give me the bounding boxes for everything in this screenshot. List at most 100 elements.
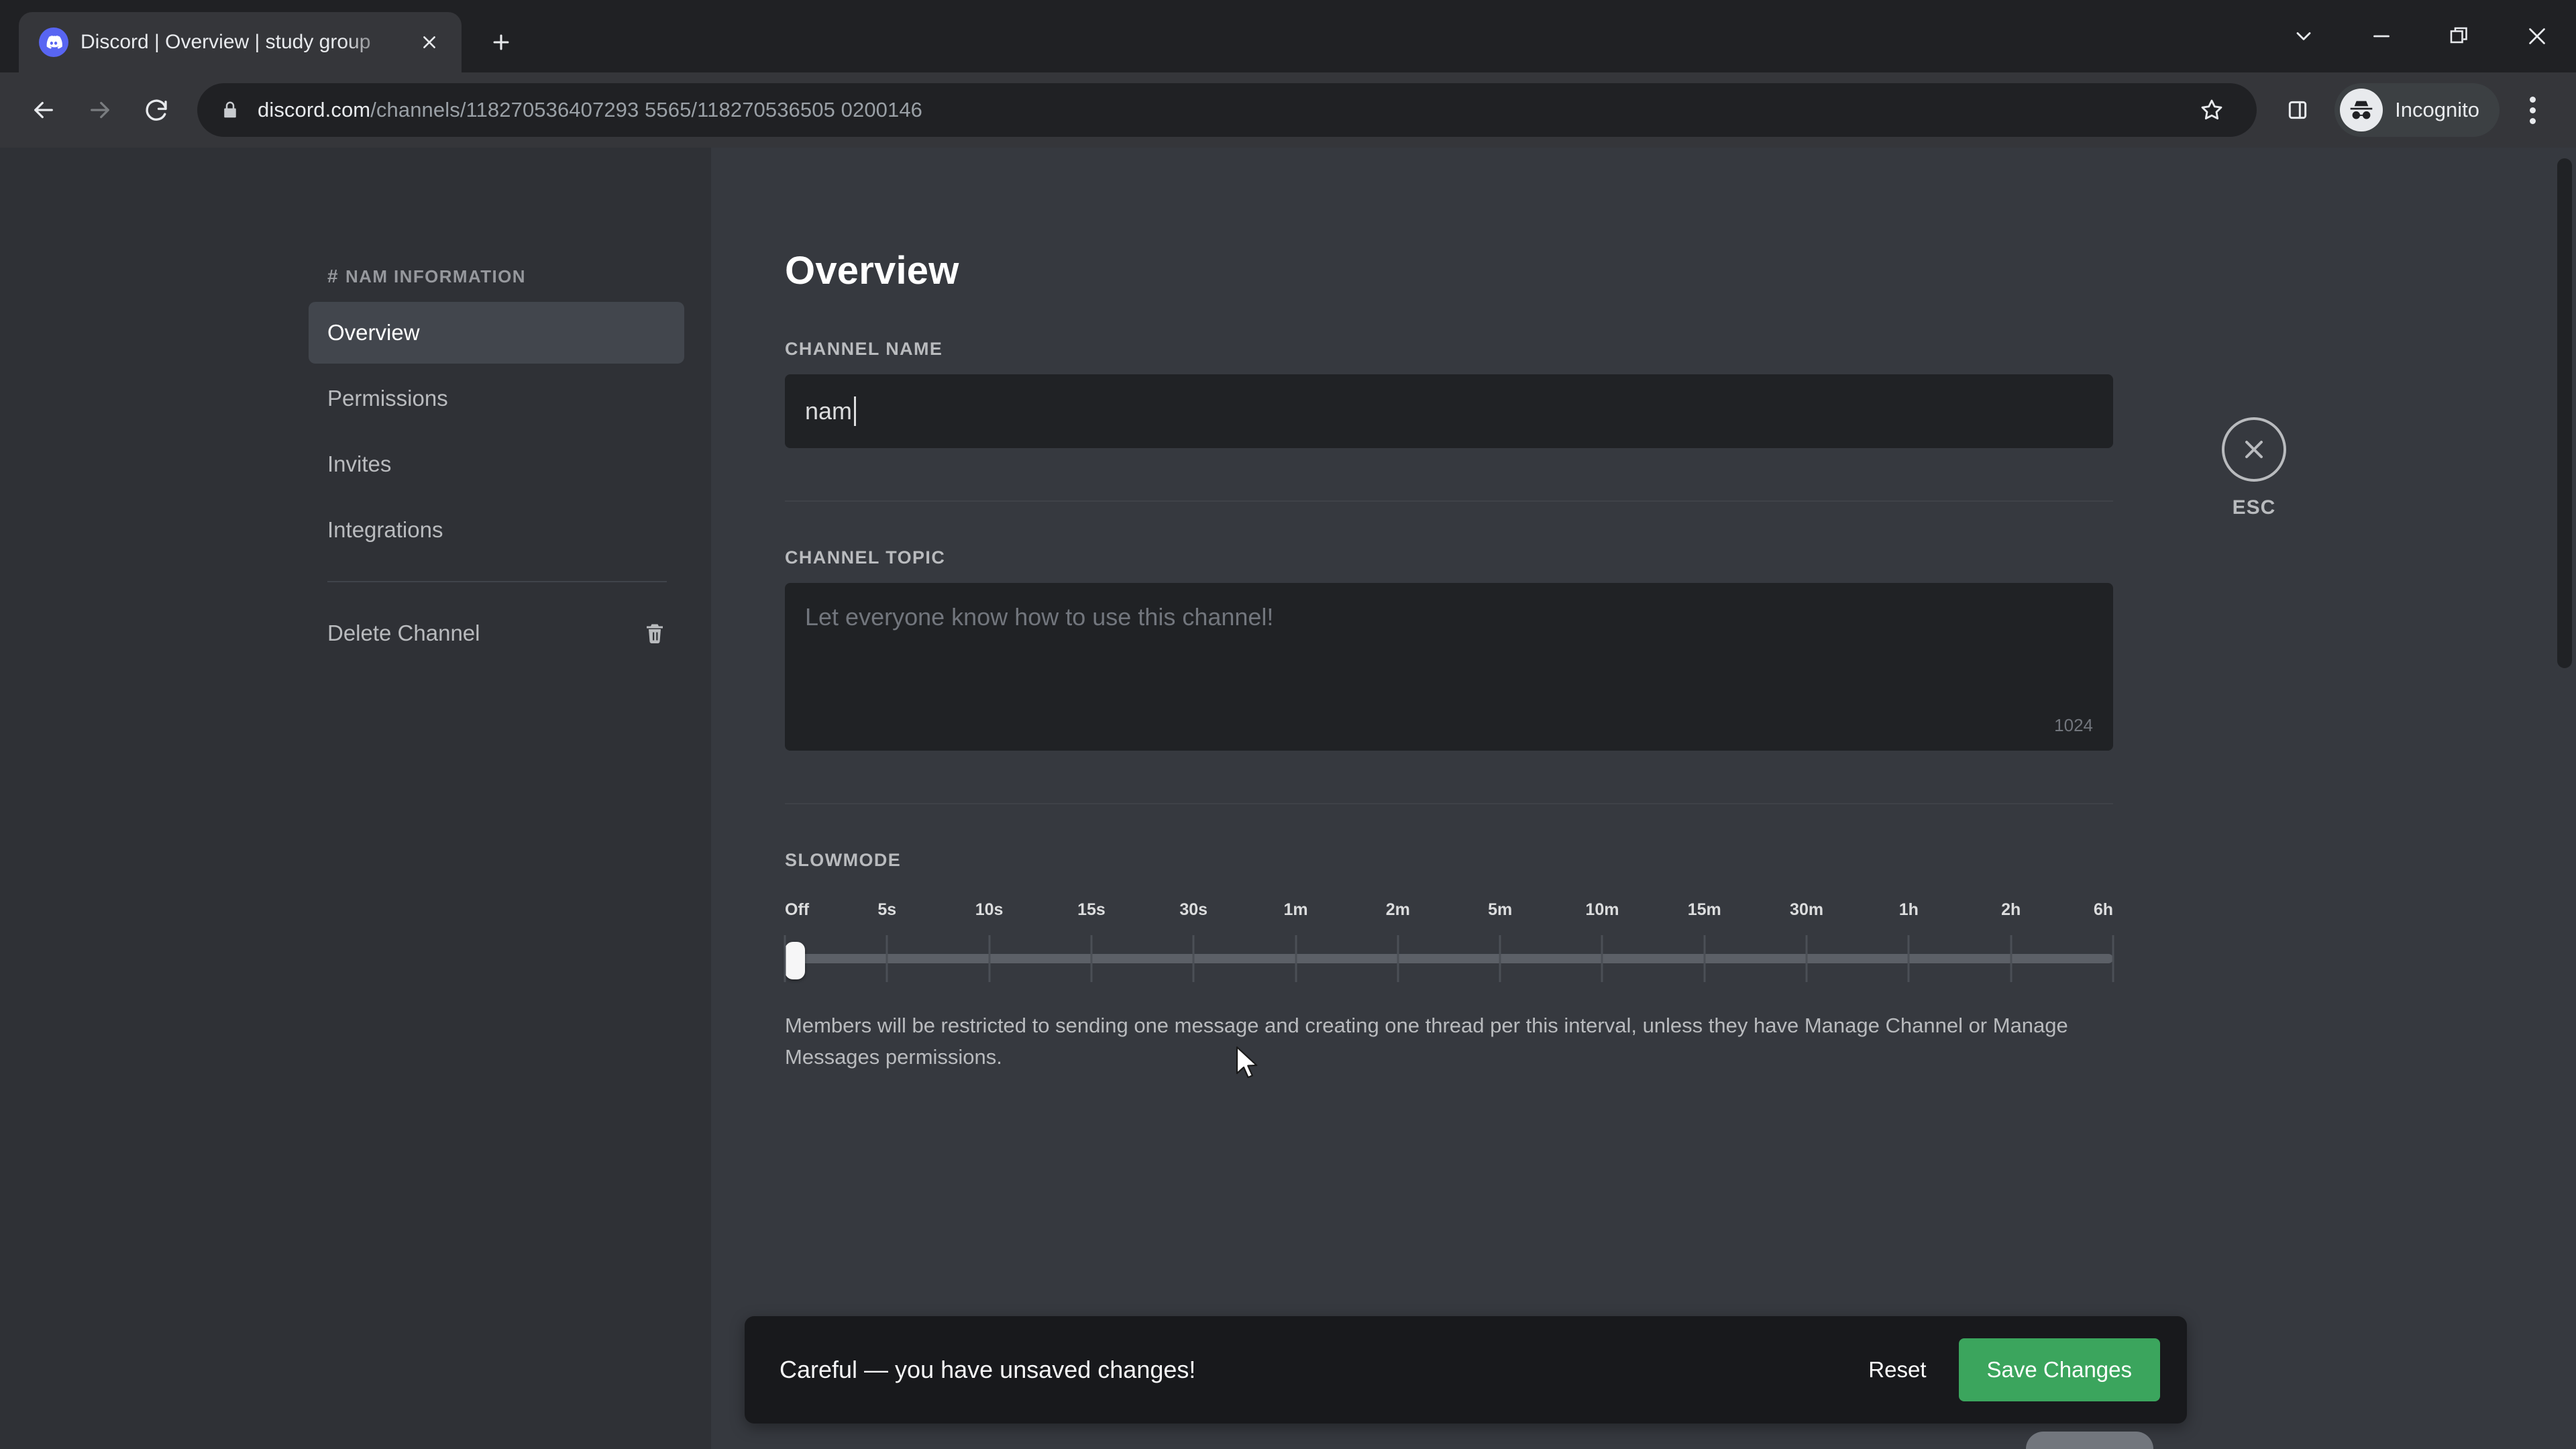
close-tab-icon[interactable] (412, 25, 447, 60)
slowmode-tick-30m[interactable]: 30m (1790, 900, 1823, 920)
slowmode-tick-6h[interactable]: 6h (2094, 900, 2113, 920)
unsaved-message: Careful — you have unsaved changes! (780, 1356, 1196, 1383)
slowmode-track-bar (785, 954, 2113, 963)
channel-settings-modal: # NAM INFORMATION Overview Permissions I… (0, 148, 2576, 1449)
slowmode-tick-2h[interactable]: 2h (2001, 900, 2021, 920)
lock-icon (220, 100, 240, 120)
page-scrollbar[interactable] (2557, 154, 2572, 1442)
slowmode-tick-Off[interactable]: Off (785, 900, 809, 920)
menu-dot (2529, 117, 2536, 124)
bottom-peek-control[interactable] (2026, 1432, 2153, 1449)
reset-button[interactable]: Reset (1868, 1357, 1926, 1383)
browser-tab[interactable]: Discord | Overview | study group (19, 12, 462, 72)
hash-icon: # (327, 266, 339, 286)
unsaved-changes-bar: Careful — you have unsaved changes! Rese… (745, 1316, 2187, 1424)
slowmode-tick-1m[interactable]: 1m (1283, 900, 1307, 920)
sidebar-item-invites[interactable]: Invites (309, 433, 684, 495)
slowmode-tickmark (1907, 935, 1910, 982)
channel-name-section: CHANNEL NAME nam (785, 339, 2113, 448)
star-icon[interactable] (2186, 84, 2238, 136)
slowmode-tickmark (2112, 935, 2114, 982)
slowmode-tickmark (1805, 935, 1808, 982)
channel-topic-textarea[interactable]: Let everyone know how to use this channe… (785, 583, 2113, 751)
slowmode-tick-2m[interactable]: 2m (1386, 900, 1410, 920)
sidebar-header-label: NAM INFORMATION (345, 266, 526, 286)
close-x-icon (2222, 417, 2286, 482)
slowmode-tick-15m[interactable]: 15m (1688, 900, 1721, 920)
mouse-cursor (1236, 1046, 1258, 1079)
settings-left-gutter (0, 148, 288, 1449)
slowmode-tickmark (1703, 935, 1706, 982)
menu-dot (2529, 96, 2536, 103)
sidebar-item-label: Integrations (327, 517, 443, 542)
slowmode-tick-labels: Off 5s 10s 15s 30s 1m 2m 5m 10m 15m 30m 1h 2h 6h (785, 900, 2113, 924)
minimize-window-button[interactable] (2343, 0, 2420, 72)
browser-toolbar: discord.com/channels/118270536407293 556… (0, 72, 2576, 148)
new-tab-button[interactable] (476, 17, 526, 67)
sidebar-header: # NAM INFORMATION (309, 266, 684, 302)
three-dot-menu-icon[interactable] (2506, 84, 2559, 136)
slowmode-tickmark (1601, 935, 1603, 982)
slowmode-section: SLOWMODE Off 5s 10s 15s 30s 1m 2m 5m 10m 15m 30m 1h… (784, 850, 2114, 1073)
section-divider (785, 500, 2113, 502)
slowmode-track[interactable] (784, 935, 2114, 982)
menu-dot (2529, 107, 2536, 113)
slowmode-tick-10s[interactable]: 10s (975, 900, 1004, 920)
slowmode-tickmark (1499, 935, 1501, 982)
browser-window: Discord | Overview | study group discord… (0, 0, 2576, 1449)
slowmode-tickmark (2010, 935, 2012, 982)
slowmode-thumb[interactable] (785, 942, 805, 979)
restore-window-button[interactable] (2420, 0, 2498, 72)
save-changes-button[interactable]: Save Changes (1958, 1338, 2160, 1401)
incognito-profile-badge[interactable]: Incognito (2334, 83, 2500, 137)
channel-name-value: nam (805, 397, 853, 425)
sidebar-item-label: Invites (327, 451, 392, 476)
sidebar-item-permissions[interactable]: Permissions (309, 368, 684, 429)
section-divider (785, 803, 2113, 804)
discord-icon (39, 28, 68, 57)
channel-name-label: CHANNEL NAME (785, 339, 943, 359)
slowmode-helper-text: Members will be restricted to sending on… (785, 1014, 2068, 1069)
settings-content: Overview CHANNEL NAME nam CHANNEL TOPIC (711, 148, 2576, 1449)
slowmode-label: SLOWMODE (785, 850, 902, 870)
channel-name-input[interactable]: nam (785, 374, 2113, 448)
slowmode-tickmark (1397, 935, 1399, 982)
sidebar-item-label: Permissions (327, 386, 448, 411)
slowmode-tickmark (1295, 935, 1297, 982)
url-path: /channels/118270536407293 5565/118270536… (370, 98, 923, 121)
tab-search-chevron-icon[interactable] (2265, 0, 2343, 72)
slowmode-tickmark (1090, 935, 1093, 982)
sidebar-item-integrations[interactable]: Integrations (309, 499, 684, 561)
text-caret (854, 396, 857, 426)
settings-sidebar: # NAM INFORMATION Overview Permissions I… (288, 148, 711, 1449)
window-controls (2265, 0, 2576, 72)
slowmode-tickmark (1192, 935, 1195, 982)
page-viewport: # NAM INFORMATION Overview Permissions I… (0, 148, 2576, 1449)
sidebar-item-overview[interactable]: Overview (309, 302, 684, 364)
slowmode-tick-10m[interactable]: 10m (1585, 900, 1619, 920)
slowmode-tick-5s[interactable]: 5s (877, 900, 896, 920)
slowmode-tick-15s[interactable]: 15s (1077, 900, 1106, 920)
back-arrow-icon[interactable] (17, 84, 70, 136)
channel-topic-section: CHANNEL TOPIC Let everyone know how to u… (785, 547, 2113, 751)
address-bar[interactable]: discord.com/channels/118270536407293 556… (197, 83, 2257, 137)
slowmode-tickmark (885, 935, 888, 982)
slowmode-slider[interactable]: Off 5s 10s 15s 30s 1m 2m 5m 10m 15m 30m 1h 2h 6h (784, 900, 2114, 982)
close-settings-button[interactable]: ESC (2187, 417, 2321, 519)
url-text: discord.com/channels/118270536407293 556… (258, 98, 2168, 122)
scrollbar-thumb[interactable] (2557, 158, 2572, 668)
reload-icon[interactable] (130, 84, 182, 136)
tab-title: Discord | Overview | study group (80, 31, 371, 53)
sidebar-item-delete-channel[interactable]: Delete Channel (309, 602, 684, 664)
channel-topic-placeholder: Let everyone know how to use this channe… (805, 603, 1274, 631)
incognito-label: Incognito (2395, 98, 2479, 121)
sidebar-item-label: Overview (327, 320, 420, 345)
slowmode-tick-5m[interactable]: 5m (1488, 900, 1512, 920)
slowmode-tickmark (784, 935, 786, 982)
slowmode-tick-1h[interactable]: 1h (1899, 900, 1919, 920)
channel-topic-label: CHANNEL TOPIC (785, 547, 946, 568)
close-window-button[interactable] (2498, 0, 2576, 72)
sidebar-divider (327, 581, 667, 582)
side-panel-icon[interactable] (2271, 84, 2324, 136)
slowmode-tick-30s[interactable]: 30s (1179, 900, 1208, 920)
